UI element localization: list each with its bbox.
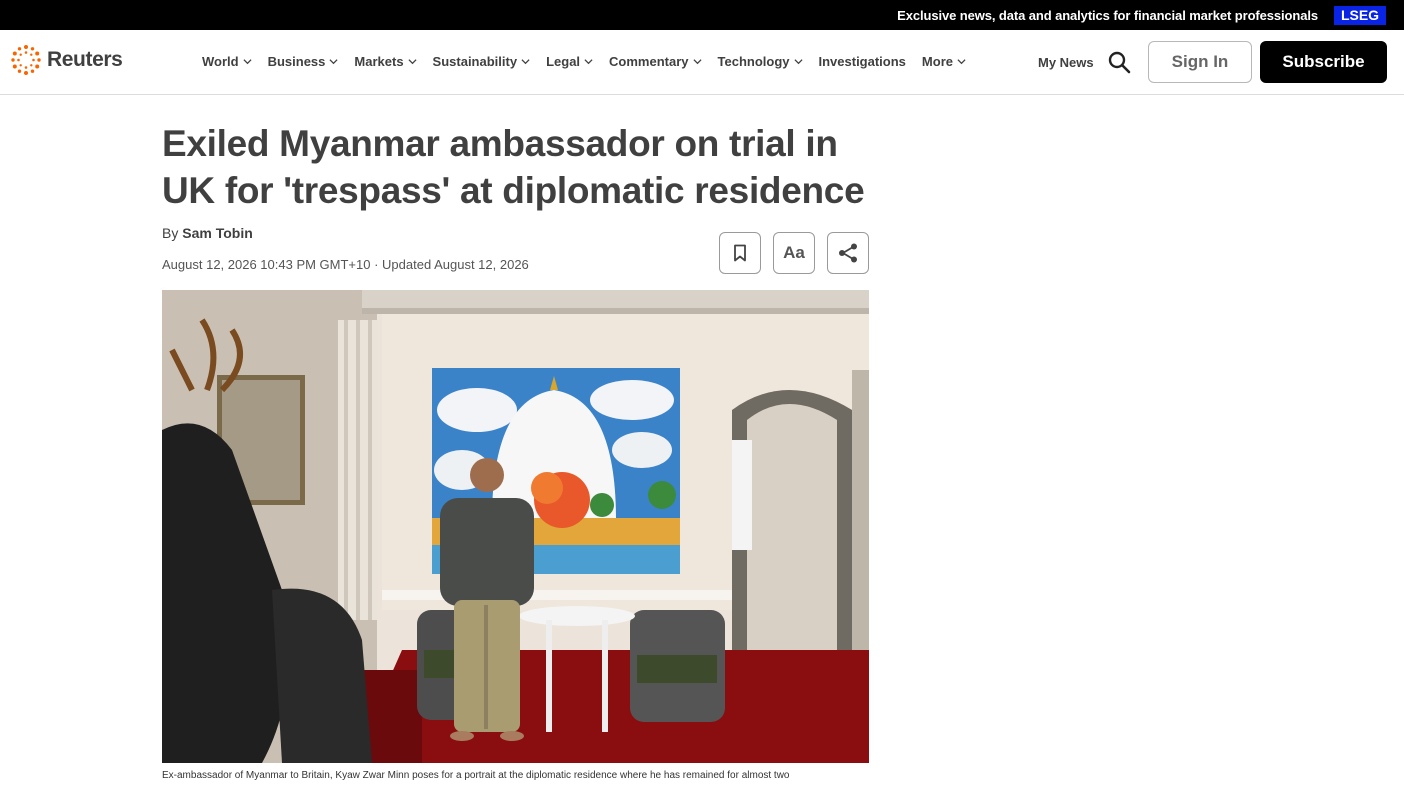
byline: By Sam Tobin — [162, 225, 253, 241]
chevron-down-icon — [692, 59, 702, 65]
nav-item-more[interactable]: More — [922, 54, 966, 69]
nav-item-investigations[interactable]: Investigations — [819, 54, 906, 69]
nav-label: Investigations — [818, 54, 906, 69]
home-logo-link[interactable]: Reuters — [10, 44, 123, 76]
byline-prefix: By — [162, 225, 179, 241]
sign-in-button[interactable]: Sign In — [1148, 41, 1252, 83]
site-header: Reuters World Business Markets Sustainab… — [0, 30, 1404, 95]
nav-item-business[interactable]: Business — [268, 54, 339, 69]
bookmark-button[interactable] — [719, 232, 761, 274]
chevron-down-icon — [957, 59, 966, 65]
reuters-logo-icon — [11, 45, 41, 75]
article-photo[interactable] — [162, 290, 869, 763]
article-dateline: August 12, 2026 10:43 PM GMT+10 · Update… — [162, 257, 529, 272]
nav-item-markets[interactable]: Markets — [354, 54, 417, 69]
nav-label: World — [202, 54, 239, 69]
photo-illustration — [162, 290, 869, 763]
nav-item-world[interactable]: World — [202, 54, 252, 69]
chevron-down-icon — [793, 59, 803, 65]
bookmark-icon — [734, 244, 746, 262]
nav-label: Technology — [717, 54, 790, 69]
nav-label: More — [921, 54, 953, 69]
nav-item-technology[interactable]: Technology — [718, 54, 803, 69]
author-link[interactable]: Sam Tobin — [182, 225, 253, 241]
nav-item-legal[interactable]: Legal — [546, 54, 593, 69]
chevron-down-icon — [584, 59, 593, 65]
top-banner: Exclusive news, data and analytics for f… — [0, 0, 1404, 30]
subscribe-button[interactable]: Subscribe — [1260, 41, 1387, 83]
chevron-down-icon — [243, 59, 252, 65]
nav-label: Legal — [546, 54, 581, 69]
photo-caption: Ex-ambassador of Myanmar to Britain, Kya… — [162, 770, 790, 781]
nav-item-commentary[interactable]: Commentary — [609, 54, 702, 69]
search-icon[interactable] — [1107, 50, 1131, 74]
text-size-button[interactable]: Aa — [773, 232, 815, 274]
nav-label: Commentary — [609, 54, 689, 69]
article-headline: Exiled Myanmar ambassador on trial in UK… — [162, 123, 865, 211]
my-news-link[interactable]: My News — [1038, 55, 1094, 70]
chevron-down-icon — [408, 59, 417, 65]
promo-text[interactable]: Exclusive news, data and analytics for f… — [897, 8, 1318, 23]
share-button[interactable] — [827, 232, 869, 274]
chevron-down-icon — [521, 59, 530, 65]
nav-label: Sustainability — [432, 54, 518, 69]
nav-label: Business — [267, 54, 326, 69]
chevron-down-icon — [329, 59, 338, 65]
lseg-logo[interactable]: LSEG — [1334, 6, 1386, 25]
brand-wordmark: Reuters — [47, 48, 123, 71]
share-icon — [839, 243, 857, 263]
nav-label: Markets — [354, 54, 404, 69]
main-nav: World Business Markets Sustainability Le… — [202, 54, 982, 69]
nav-item-sustainability[interactable]: Sustainability — [433, 54, 531, 69]
